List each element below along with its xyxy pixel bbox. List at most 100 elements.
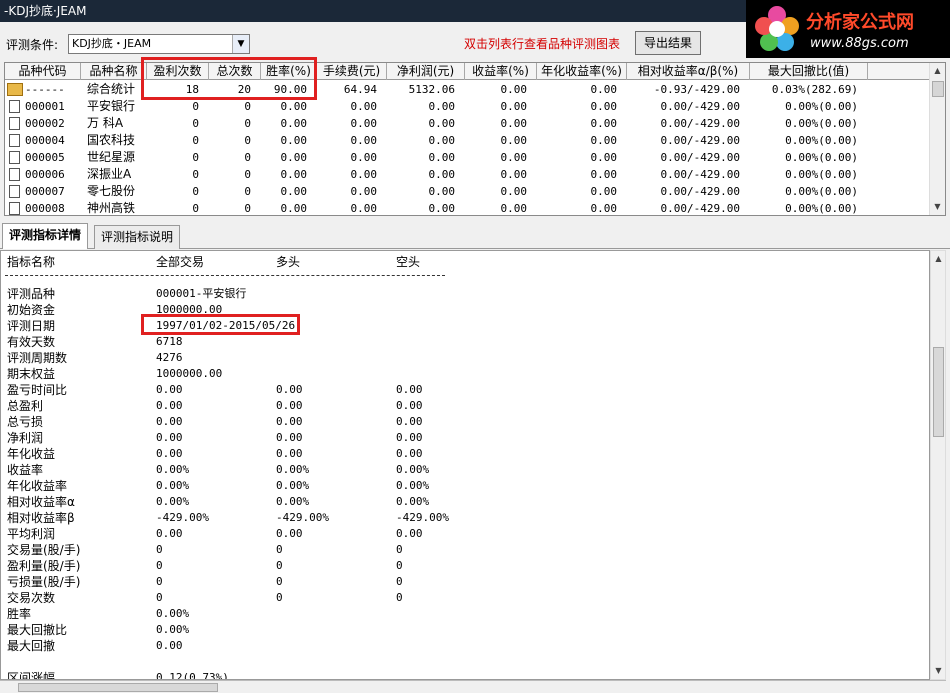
metric-value: 0.00% — [156, 479, 190, 492]
scroll-down-icon[interactable]: ▼ — [930, 199, 945, 215]
metric-value: 0.00 — [396, 527, 423, 540]
metric-row: 胜率 0.00% — [1, 606, 921, 622]
highlight-box-date — [141, 314, 300, 335]
cell-profit: 0.00 — [428, 134, 456, 147]
tab-explanation[interactable]: 评测指标说明 — [94, 225, 181, 249]
chevron-down-icon[interactable]: ▼ — [232, 35, 249, 53]
cell-winrate: 0.00 — [280, 117, 308, 130]
cell-name: 深振业A — [87, 167, 132, 181]
cell-name: 万 科A — [87, 116, 124, 130]
toolbar: 评测条件: KDJ抄底・JEAM ▼ 双击列表行查看品种评测图表 导出结果 — [0, 22, 746, 62]
metric-value: 4276 — [156, 351, 183, 364]
logo-brand-text: 分析家公式网 — [806, 12, 914, 33]
cell-return: 0.00 — [500, 117, 528, 130]
metric-row: 有效天数 6718 — [1, 334, 921, 350]
metric-name: 有效天数 — [7, 335, 56, 349]
cell-name: 国农科技 — [87, 133, 136, 147]
column-header-drawdown[interactable]: 最大回撤比(值) — [750, 63, 868, 80]
table-row[interactable]: 000007 零七股份 0 0 0.00 0.00 0.00 0.00 0.00 0.00/-42… — [5, 183, 931, 200]
metric-name: 盈亏时间比 — [7, 383, 68, 397]
cell-return: 0.00 — [500, 202, 528, 215]
column-header-code[interactable]: 品种代码 — [5, 63, 81, 80]
scroll-thumb[interactable] — [932, 81, 944, 97]
flower-logo-icon — [755, 6, 799, 51]
metric-value: 0 — [156, 591, 163, 604]
export-button[interactable]: 导出结果 — [635, 31, 701, 55]
horizontal-scrollbar[interactable] — [0, 680, 946, 693]
cell-code: 000008 — [25, 202, 65, 215]
scroll-thumb[interactable] — [933, 347, 944, 437]
column-header-relative[interactable]: 相对收益率α/β(%) — [627, 63, 750, 80]
cell-relative: 0.00/-429.00 — [660, 151, 740, 164]
cell-fee: 0.00 — [350, 100, 378, 113]
metric-value: 0 — [156, 575, 163, 588]
cell-return: 0.00 — [500, 151, 528, 164]
column-header-name[interactable]: 品种名称 — [81, 63, 147, 80]
scroll-up-icon[interactable]: ▲ — [931, 251, 946, 267]
cell-drawdown: 0.00%(0.00) — [785, 185, 858, 198]
metric-value: 0.00% — [396, 495, 430, 508]
metric-value: 0.00 — [156, 431, 183, 444]
metric-row: 交易量(股/手) 0 0 0 — [1, 542, 921, 558]
table-row[interactable]: 000008 神州高铁 0 0 0.00 0.00 0.00 0.00 0.00 0.00/-42… — [5, 200, 931, 215]
scroll-thumb[interactable] — [18, 683, 218, 692]
tab-detail[interactable]: 评测指标详情 — [2, 223, 89, 249]
metric-name: 盈利量(股/手) — [7, 559, 81, 573]
metric-name: 平均利润 — [7, 527, 56, 541]
cell-drawdown: 0.03%(282.69) — [771, 83, 858, 96]
detail-scrollbar[interactable]: ▲ ▼ — [930, 250, 946, 680]
metric-name: 年化收益率 — [7, 479, 68, 493]
column-header-return[interactable]: 收益率(%) — [465, 63, 537, 80]
cell-name: 平安银行 — [87, 99, 136, 113]
table-row[interactable]: 000002 万 科A 0 0 0.00 0.00 0.00 0.00 0.00 0.00/-42… — [5, 115, 931, 132]
scroll-down-icon[interactable]: ▼ — [931, 663, 946, 679]
metric-row: 净利润 0.00 0.00 0.00 — [1, 430, 921, 446]
metric-row: 最大回撤 0.00 — [1, 638, 921, 654]
cell-relative: 0.00/-429.00 — [660, 168, 740, 181]
table-row[interactable]: 000005 世纪星源 0 0 0.00 0.00 0.00 0.00 0.00 0.00/-42… — [5, 149, 931, 166]
cell-fee: 0.00 — [350, 134, 378, 147]
cell-profit: 0.00 — [428, 151, 456, 164]
detail-column-header: 多头 — [276, 255, 301, 269]
metric-value: 0 — [276, 559, 283, 572]
metric-name: 净利润 — [7, 431, 44, 445]
metric-value: 0.00% — [276, 463, 310, 476]
metric-value: 0.00 — [156, 527, 183, 540]
column-header-annual[interactable]: 年化收益率(%) — [537, 63, 627, 80]
metric-value: 0.00% — [156, 623, 190, 636]
metric-row: 相对收益率α 0.00% 0.00% 0.00% — [1, 494, 921, 510]
cell-relative: 0.00/-429.00 — [660, 185, 740, 198]
cell-fee: 0.00 — [350, 185, 378, 198]
cell-annual: 0.00 — [590, 168, 618, 181]
metric-value: 0 — [276, 543, 283, 556]
metric-value: 0.00% — [276, 495, 310, 508]
metric-value: 0.00 — [276, 527, 303, 540]
table-row[interactable]: 000004 国农科技 0 0 0.00 0.00 0.00 0.00 0.00 0.00/-42… — [5, 132, 931, 149]
metric-row: 期末权益 1000000.00 — [1, 366, 921, 382]
metric-value: 0.00 — [276, 383, 303, 396]
metric-value: 0.00% — [396, 463, 430, 476]
metric-value: 0.00 — [276, 431, 303, 444]
column-header-profit[interactable]: 净利润(元) — [387, 63, 465, 80]
metric-row — [1, 654, 921, 670]
table-row[interactable]: 000006 深振业A 0 0 0.00 0.00 0.00 0.00 0.00 0.00/-42… — [5, 166, 931, 183]
cell-annual: 0.00 — [590, 185, 618, 198]
document-icon — [9, 151, 20, 164]
metric-value: 0.00 — [276, 415, 303, 428]
document-icon — [9, 202, 20, 215]
metric-name: 总亏损 — [7, 415, 44, 429]
cell-relative: -0.93/-429.00 — [653, 83, 740, 96]
detail-column-header: 全部交易 — [156, 255, 205, 269]
metric-name: 评测日期 — [7, 319, 56, 333]
condition-select[interactable]: KDJ抄底・JEAM ▼ — [68, 34, 250, 54]
cell-profit: 0.00 — [428, 202, 456, 215]
cell-name: 神州高铁 — [87, 201, 136, 215]
grid-scrollbar[interactable]: ▲ ▼ — [929, 63, 945, 215]
metric-value: -429.00% — [276, 511, 329, 524]
scroll-up-icon[interactable]: ▲ — [930, 63, 945, 79]
metric-row: 亏损量(股/手) 0 0 0 — [1, 574, 921, 590]
column-header-fee[interactable]: 手续费(元) — [317, 63, 387, 80]
table-row[interactable]: 000001 平安银行 0 0 0.00 0.00 0.00 0.00 0.00 0.00/-42… — [5, 98, 931, 115]
cell-return: 0.00 — [500, 100, 528, 113]
metric-row: 初始资金 1000000.00 — [1, 302, 921, 318]
